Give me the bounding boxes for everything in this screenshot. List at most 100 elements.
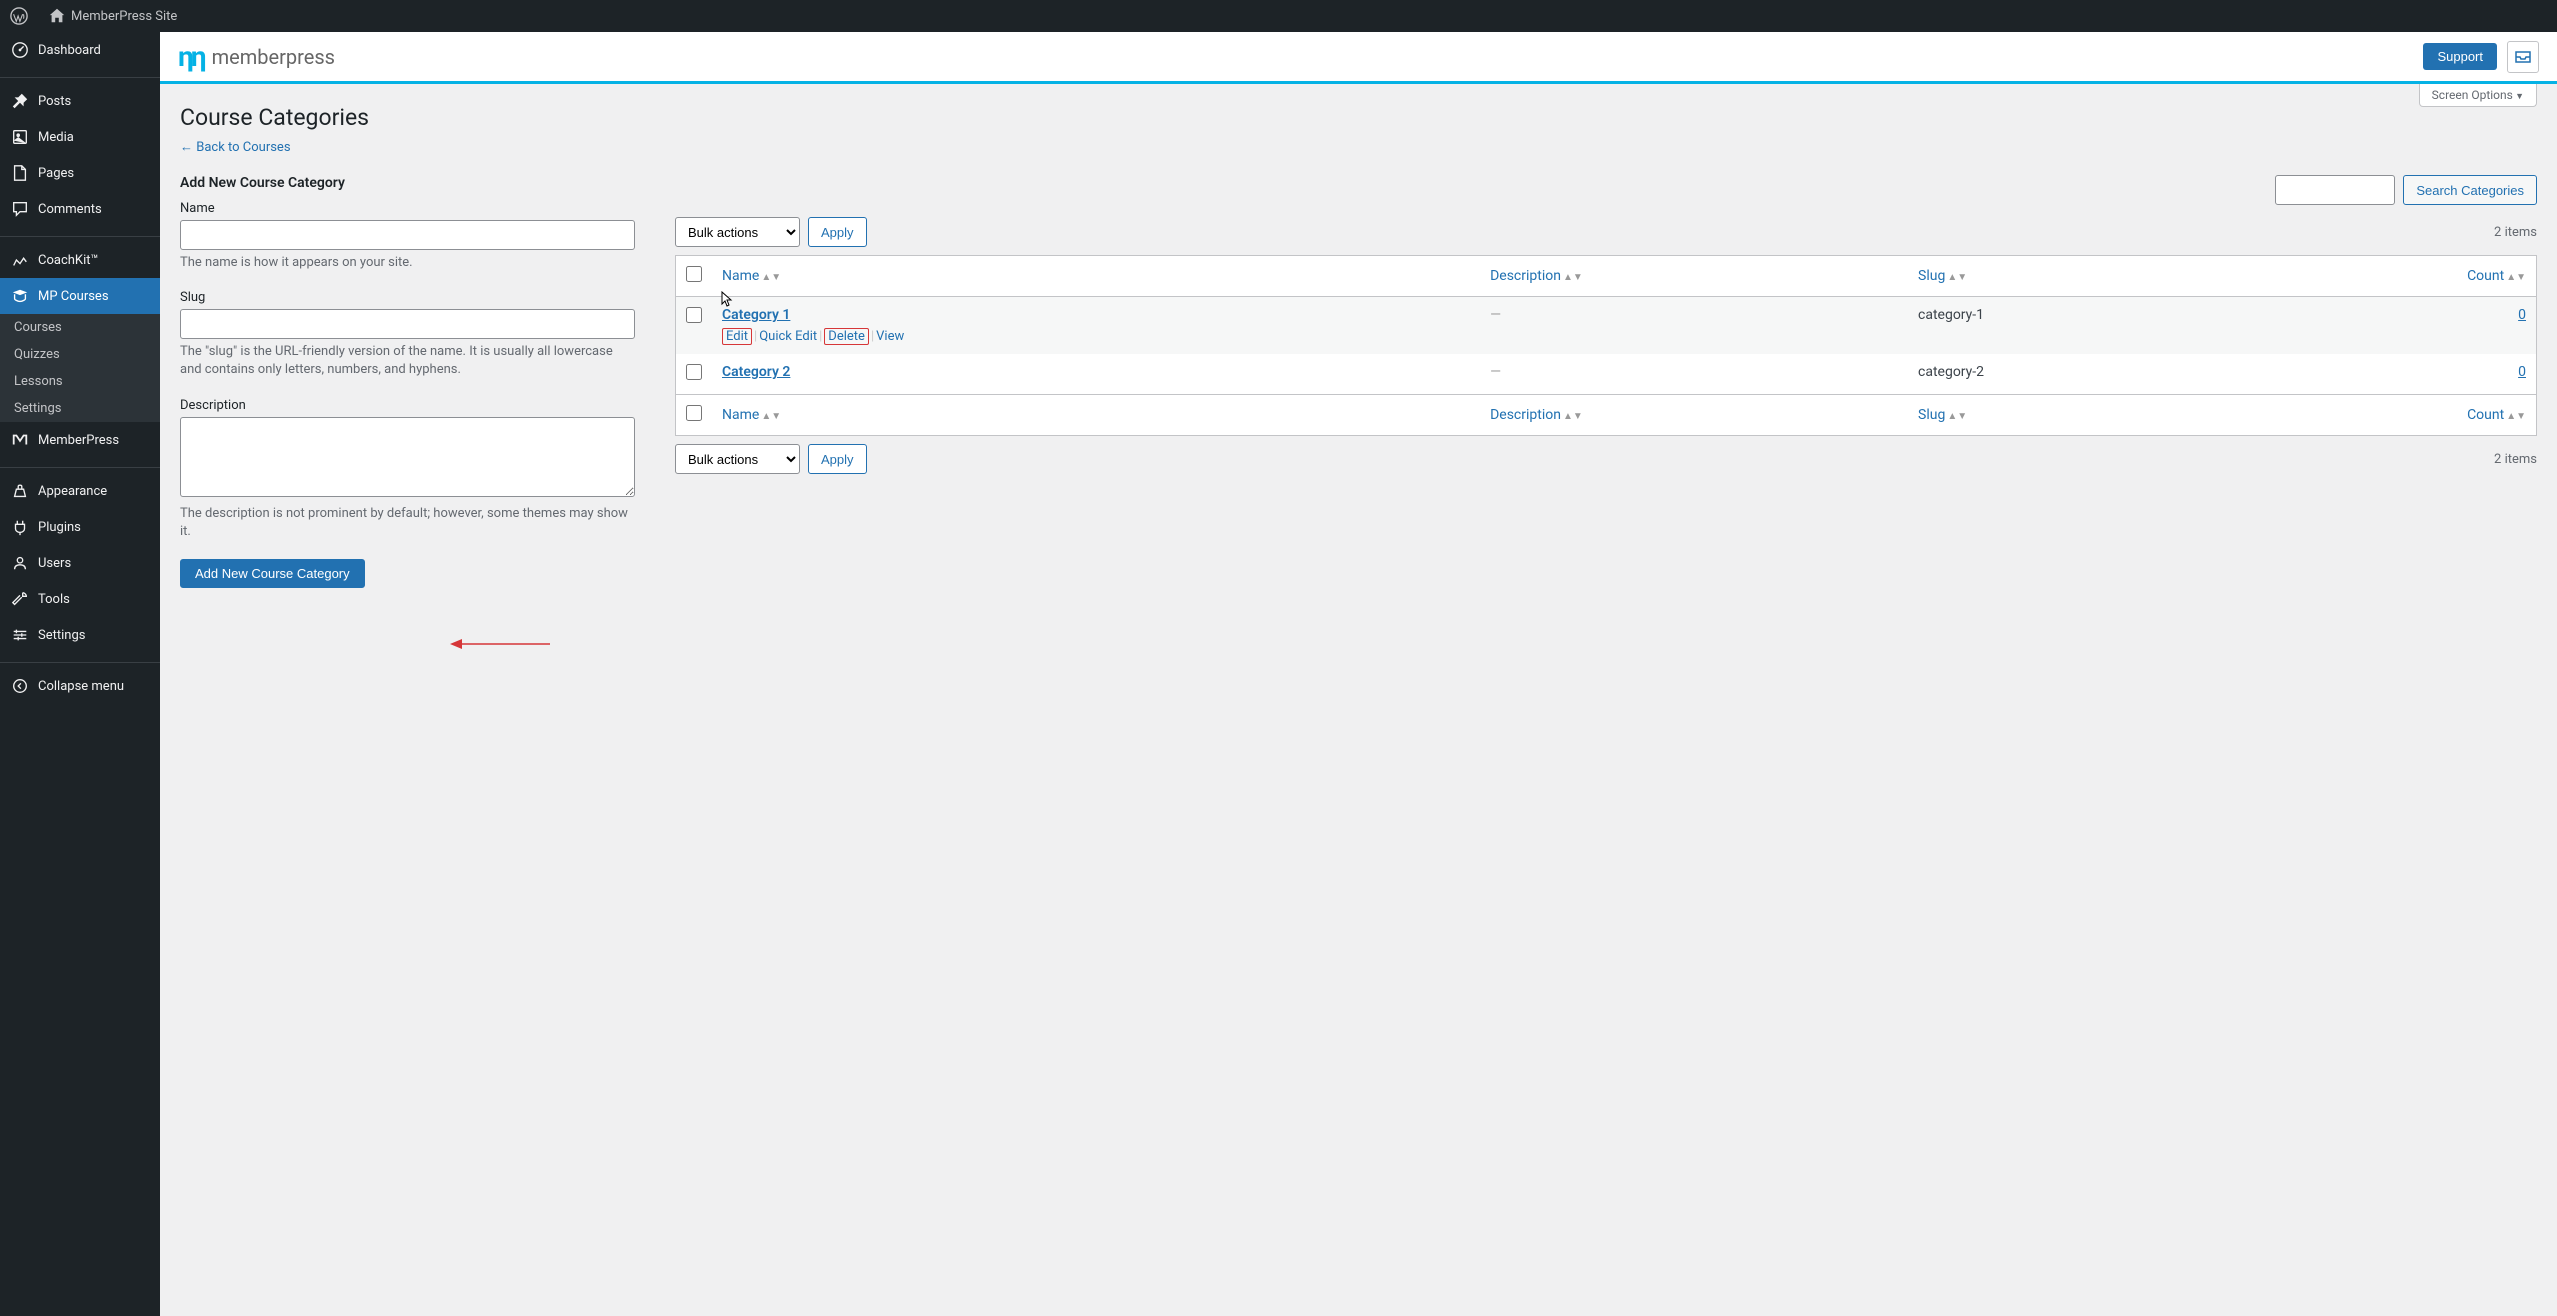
form-section-title: Add New Course Category	[180, 175, 635, 191]
collapse-icon	[10, 676, 30, 696]
mp-logo-icon: ηη	[178, 40, 204, 73]
sidebar-divider	[0, 658, 160, 663]
search-categories-button[interactable]: Search Categories	[2403, 175, 2537, 205]
col-header-count[interactable]: Count▲▼	[2235, 256, 2537, 297]
page-title: Course Categories	[180, 104, 2537, 131]
item-count-bottom: 2 items	[2494, 452, 2537, 467]
sidebar-item-label: Posts	[38, 94, 71, 109]
appearance-icon	[10, 481, 30, 501]
bulk-actions-select-top[interactable]: Bulk actions	[675, 217, 800, 247]
row-checkbox[interactable]	[686, 364, 702, 380]
edit-link[interactable]: Edit	[722, 328, 752, 345]
back-to-courses-link[interactable]: ← Back to Courses	[180, 139, 291, 155]
quick-edit-link[interactable]: Quick Edit	[759, 329, 817, 344]
search-input[interactable]	[2275, 175, 2395, 205]
courses-icon	[10, 286, 30, 306]
sidebar-item-comments[interactable]: Comments	[0, 191, 160, 227]
coach-icon	[10, 250, 30, 270]
sidebar-item-media[interactable]: Media	[0, 119, 160, 155]
wordpress-icon	[10, 7, 28, 25]
mp-logo-text: memberpress	[212, 45, 335, 69]
sidebar-item-label: Media	[38, 130, 74, 145]
dashboard-icon	[10, 40, 30, 60]
sidebar-item-pages[interactable]: Pages	[0, 155, 160, 191]
table-row: Category 1 Edit|Quick Edit|Delete|View —…	[676, 297, 2537, 355]
description-textarea[interactable]	[180, 417, 635, 497]
site-name-link[interactable]: MemberPress Site	[48, 7, 177, 25]
sidebar-subitem-lessons[interactable]: Lessons	[0, 368, 160, 395]
sidebar-item-appearance[interactable]: Appearance	[0, 473, 160, 509]
sidebar-item-collapse[interactable]: Collapse menu	[0, 668, 160, 704]
name-help-text: The name is how it appears on your site.	[180, 254, 635, 272]
plugin-icon	[10, 517, 30, 537]
delete-link[interactable]: Delete	[824, 328, 869, 345]
sidebar-item-memberpress[interactable]: MemberPress	[0, 422, 160, 458]
sort-icon: ▲▼	[2506, 272, 2526, 283]
sort-icon: ▲▼	[1563, 411, 1583, 422]
sidebar-item-coachkit[interactable]: CoachKit™	[0, 242, 160, 278]
category-name-link[interactable]: Category 2	[722, 364, 790, 380]
description-help-text: The description is not prominent by defa…	[180, 505, 635, 541]
media-icon	[10, 127, 30, 147]
cursor-pointer-icon	[721, 291, 735, 309]
support-button[interactable]: Support	[2423, 43, 2497, 70]
categories-table: Name▲▼ Description▲▼ Slug▲▼ Count▲▼ Cate…	[675, 255, 2537, 436]
col-header-slug[interactable]: Slug▲▼	[1908, 256, 2235, 297]
apply-button-bottom[interactable]: Apply	[808, 444, 867, 474]
sidebar-subitem-settings[interactable]: Settings	[0, 395, 160, 422]
sidebar-item-posts[interactable]: Posts	[0, 83, 160, 119]
category-name-link[interactable]: Category 1	[722, 307, 790, 323]
col-header-description[interactable]: Description▲▼	[1480, 256, 1908, 297]
sidebar-item-label: Dashboard	[38, 43, 101, 58]
sidebar-subitem-quizzes[interactable]: Quizzes	[0, 341, 160, 368]
sidebar-item-label: MP Courses	[38, 289, 109, 304]
col-footer-description[interactable]: Description▲▼	[1480, 395, 1908, 436]
sidebar-item-tools[interactable]: Tools	[0, 581, 160, 617]
apply-button-top[interactable]: Apply	[808, 217, 867, 247]
col-footer-slug[interactable]: Slug▲▼	[1908, 395, 2235, 436]
slug-help-text: The "slug" is the URL-friendly version o…	[180, 343, 635, 379]
sidebar-item-plugins[interactable]: Plugins	[0, 509, 160, 545]
sidebar-item-settings[interactable]: Settings	[0, 617, 160, 653]
table-row: Category 2 — category-2 0	[676, 354, 2537, 395]
sidebar-item-users[interactable]: Users	[0, 545, 160, 581]
sort-icon: ▲▼	[2506, 411, 2526, 422]
view-link[interactable]: View	[876, 329, 904, 344]
sidebar-item-mp-courses[interactable]: MP Courses	[0, 278, 160, 314]
sidebar-item-label: Appearance	[38, 484, 107, 499]
add-category-button[interactable]: Add New Course Category	[180, 559, 365, 588]
count-link[interactable]: 0	[2518, 364, 2526, 380]
tools-icon	[10, 589, 30, 609]
row-checkbox[interactable]	[686, 307, 702, 323]
sidebar-subitem-courses[interactable]: Courses	[0, 314, 160, 341]
inbox-icon	[2513, 47, 2533, 67]
sidebar-item-label: MemberPress	[38, 433, 119, 448]
wp-logo[interactable]	[10, 7, 33, 25]
slug-input[interactable]	[180, 309, 635, 339]
select-all-checkbox-top[interactable]	[686, 266, 702, 282]
sort-icon: ▲▼	[761, 272, 781, 283]
col-footer-name[interactable]: Name▲▼	[712, 395, 1480, 436]
row-actions: Edit|Quick Edit|Delete|View	[722, 329, 1470, 344]
comment-icon	[10, 199, 30, 219]
sort-icon: ▲▼	[1947, 272, 1967, 283]
sidebar-divider	[0, 232, 160, 237]
bulk-actions-select-bottom[interactable]: Bulk actions	[675, 444, 800, 474]
sidebar-divider	[0, 463, 160, 468]
description-cell: —	[1490, 307, 1501, 323]
screen-options-toggle[interactable]: Screen Options	[2419, 84, 2537, 107]
sidebar-item-label: Users	[38, 556, 71, 571]
sidebar-item-dashboard[interactable]: Dashboard	[0, 32, 160, 68]
sort-icon: ▲▼	[1947, 411, 1967, 422]
col-footer-count[interactable]: Count▲▼	[2235, 395, 2537, 436]
sort-icon: ▲▼	[761, 411, 781, 422]
name-input[interactable]	[180, 220, 635, 250]
count-link[interactable]: 0	[2518, 307, 2526, 323]
sidebar-item-label: Settings	[38, 628, 85, 643]
settings-icon	[10, 625, 30, 645]
user-icon	[10, 553, 30, 573]
inbox-button[interactable]	[2507, 41, 2539, 73]
col-header-name[interactable]: Name▲▼	[712, 256, 1480, 297]
select-all-checkbox-bottom[interactable]	[686, 405, 702, 421]
sidebar-item-label: Collapse menu	[38, 679, 124, 694]
